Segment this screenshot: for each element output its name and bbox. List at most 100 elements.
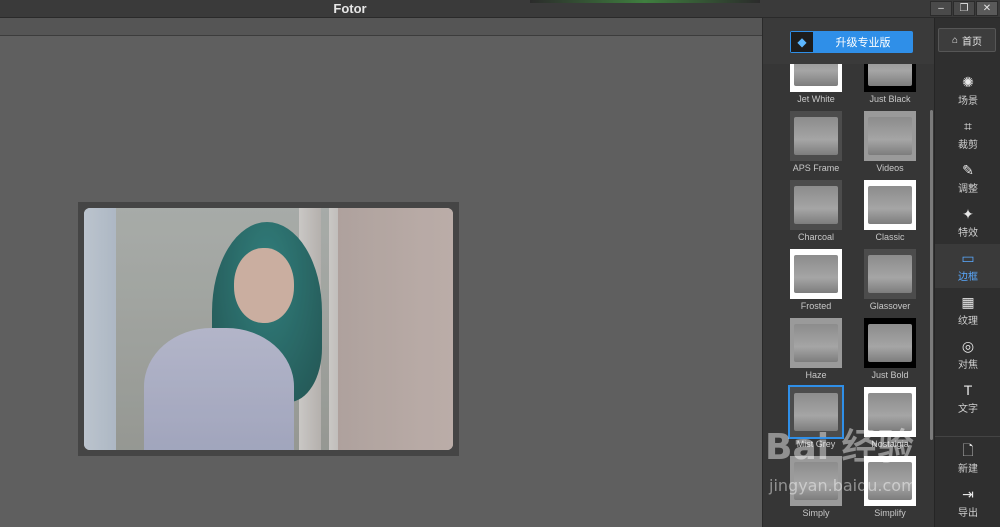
frame-label: Mist Grey [796,439,836,449]
focus-icon: ◎ [961,337,975,354]
thumbnail-preview [868,462,912,500]
sparkle-icon: ✦ [962,205,974,222]
frame-thumbnail [864,318,916,368]
thumbnail-preview [794,393,838,431]
thumbnail-preview [794,117,838,155]
thumbnail-preview [868,324,912,362]
frame-thumbnail [864,387,916,437]
frame-thumbnail [790,64,842,92]
frame-item[interactable]: Mist Grey [783,385,849,449]
frame-thumbnail [790,180,842,230]
frame-item[interactable]: Charcoal [783,180,849,242]
close-button[interactable]: ✕ [976,1,998,16]
panel-scrollbar[interactable] [930,110,933,440]
tool-label: 边框 [958,271,978,283]
tool-crop[interactable]: ⌗ 裁剪 [935,112,1000,156]
tool-export[interactable]: ⇥ 导出 [935,480,1000,524]
thumbnail-preview [868,64,912,86]
export-icon: ⇥ [962,485,974,502]
frame-label: Glassover [869,301,911,311]
window-controls: – ❐ ✕ [930,1,998,16]
frame-item[interactable]: Just Bold [857,318,923,380]
tool-text[interactable]: T 文字 [935,376,1000,420]
tool-sun[interactable]: ✺ 场景 [935,68,1000,112]
frame-item[interactable]: Glassover [857,249,923,311]
tool-label: 导出 [958,507,978,519]
tool-sparkle[interactable]: ✦ 特效 [935,200,1000,244]
mist-overlay [84,208,453,450]
frame-item[interactable]: Simplify [857,456,923,518]
frame-icon: ▭ [961,249,975,266]
diamond-icon: ◆ [791,32,813,52]
title-bar: Fotor – ❐ ✕ [0,0,1000,18]
thumbnail-preview [868,117,912,155]
frame-label: Videos [876,163,904,173]
frame-item[interactable]: Just Black [857,64,923,104]
tool-focus[interactable]: ◎ 对焦 [935,332,1000,376]
frame-item[interactable]: Haze [783,318,849,380]
tool-frame[interactable]: ▭ 边框 [935,244,1000,288]
frame-label: Just Black [869,94,911,104]
tool-label: 场景 [958,95,978,107]
tool-label: 调整 [958,183,978,195]
upgrade-label: 升级专业版 [835,37,891,49]
frame-thumbnail [864,180,916,230]
checker-icon: ▦ [961,293,975,310]
frame-thumbnail [790,456,842,506]
home-button[interactable]: ⌂ 首页 [938,28,996,52]
frame-label: Simplify [874,508,906,518]
frames-panel: ◆ 升级专业版 Jet White Just Black APS Frame Vide… [762,18,935,527]
frame-item[interactable]: Jet White [783,64,849,104]
frame-label: Classic [875,232,905,242]
thumbnail-preview [794,255,838,293]
frame-thumbnail [864,111,916,161]
frame-item[interactable]: Videos [857,111,923,173]
frame-grid: Jet White Just Black APS Frame Videos Charco… [763,64,935,527]
upgrade-button[interactable]: ◆ 升级专业版 [790,31,913,53]
thumbnail-preview [794,324,838,362]
crop-icon: ⌗ [964,117,972,134]
tool-checker[interactable]: ▦ 纹理 [935,288,1000,332]
tool-label: 特效 [958,227,978,239]
frame-label: Charcoal [797,232,835,242]
home-icon: ⌂ [951,34,959,46]
frame-label: Jet White [797,94,835,104]
restore-button[interactable]: ❐ [953,1,975,16]
edited-photo [84,208,453,450]
tool-label: 新建 [958,464,978,475]
canvas-header [0,18,762,36]
frame-label: Haze [805,370,827,380]
frame-thumbnail [864,456,916,506]
tool-sidebar: ⌂ 首页 ✺ 场景 ⌗ 裁剪 ✎ 调整 ✦ 特效 ▭ 边框 ▦ 纹理 ◎ 对焦 T 文字 🗋 新建 ⇥ 导出 [934,18,1000,527]
thumbnail-preview [794,462,838,500]
frame-item[interactable]: Classic [857,180,923,242]
tool-new-file[interactable]: 🗋 新建 [935,436,1000,480]
pencil-icon: ✎ [962,161,974,178]
frame-item[interactable]: Simply [783,456,849,518]
window-title: Fotor [333,1,367,16]
frame-item[interactable]: Nostalgia [857,387,923,449]
frame-label: Nostalgia [871,439,909,449]
thumbnail-preview [868,255,912,293]
frame-thumbnail [790,318,842,368]
sun-icon: ✺ [962,73,974,90]
tool-pencil[interactable]: ✎ 调整 [935,156,1000,200]
text-icon: T [963,381,973,398]
tool-label: 对焦 [958,359,978,371]
minimize-button[interactable]: – [930,1,952,16]
thumbnail-preview [794,64,838,86]
frame-thumbnail [788,385,844,439]
frame-label: Simply [802,508,830,518]
photo-frame[interactable] [78,202,459,456]
thumbnail-preview [868,393,912,431]
frame-item[interactable]: APS Frame [783,111,849,173]
frame-item[interactable]: Frosted [783,249,849,311]
frame-thumbnail [864,249,916,299]
frame-label: APS Frame [792,163,840,173]
thumbnail-preview [794,186,838,224]
tool-label: 文字 [958,403,978,415]
frame-thumbnail [864,64,916,92]
new-file-icon: 🗋 [962,442,974,458]
frame-thumbnail [790,111,842,161]
frame-thumbnail [790,249,842,299]
